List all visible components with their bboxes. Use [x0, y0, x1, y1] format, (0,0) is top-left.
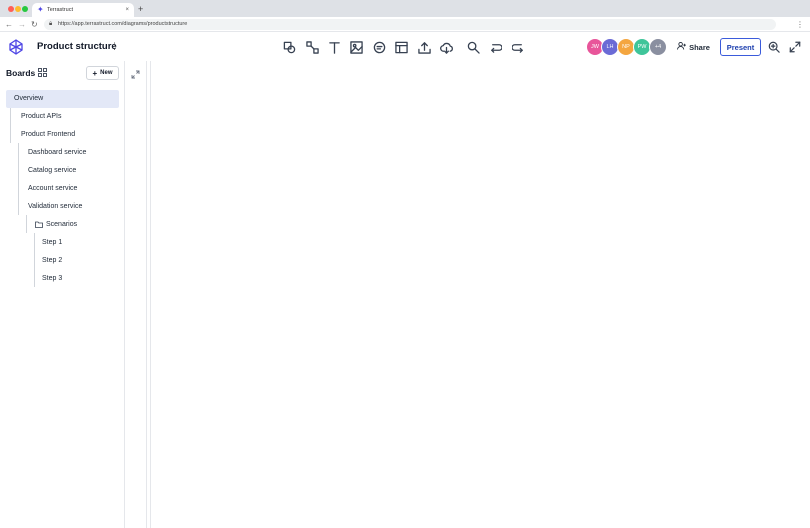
new-board-button[interactable]: + New — [86, 66, 119, 80]
lock-icon: 🔒︎ — [49, 21, 53, 27]
address-bar: ← → ↻ 🔒︎ https://app.terrastruct.com/dia… — [0, 17, 810, 32]
sidebar-item-label: Dashboard service — [28, 149, 87, 156]
forward-button[interactable]: → — [18, 19, 26, 30]
sidebar-item-label: Overview — [14, 95, 44, 102]
sidebar-item-dashboard-service[interactable]: Dashboard service — [6, 144, 119, 162]
sidebar-item-label: Step 2 — [42, 257, 63, 264]
avatar[interactable]: +4 — [649, 38, 667, 56]
sidebar-item-label: Account service — [28, 185, 78, 192]
connection-icon[interactable] — [304, 39, 320, 55]
layout-icon[interactable] — [393, 39, 409, 55]
sidebar-item-scenarios[interactable]: Scenarios — [6, 216, 119, 234]
folder-icon — [35, 221, 43, 228]
sidebar-item-validation-service[interactable]: Validation service — [6, 198, 119, 216]
zoom-in-icon[interactable] — [766, 39, 782, 55]
close-window-button[interactable] — [8, 6, 14, 12]
boards-title: Boards — [6, 68, 36, 78]
reload-button[interactable]: ↻ — [31, 19, 38, 30]
comment-icon[interactable] — [371, 39, 387, 55]
sidebar-item-step-2[interactable]: Step 2 — [6, 252, 119, 270]
boards-sidebar: Boards + New Overview Product APIs Produ… — [0, 61, 125, 528]
avatar-initials: NP — [622, 44, 630, 50]
sidebar-item-catalog-service[interactable]: Catalog service — [6, 162, 119, 180]
plus-icon: + — [92, 68, 98, 78]
avatar-initials: LH — [606, 44, 614, 50]
search-icon[interactable] — [465, 39, 481, 55]
maximize-window-button[interactable] — [22, 6, 28, 12]
avatar-initials: +4 — [654, 44, 662, 50]
minimize-window-button[interactable] — [15, 6, 21, 12]
sidebar-collapse-column — [125, 61, 147, 528]
sidebar-item-product-apis[interactable]: Product APIs — [6, 108, 119, 126]
collapse-sidebar-icon[interactable] — [131, 70, 140, 79]
sidebar-item-account-service[interactable]: Account service — [6, 180, 119, 198]
upload-icon[interactable] — [416, 39, 432, 55]
avatar-initials: PW — [637, 44, 647, 50]
present-label: Present — [726, 42, 755, 52]
add-user-icon — [677, 42, 687, 53]
browser-tab-bar: ✦ Terrastruct × + — [0, 0, 810, 17]
sidebar-item-label: Product APIs — [21, 113, 62, 120]
diagram-canvas[interactable] — [150, 61, 810, 528]
terrastruct-logo-icon[interactable] — [7, 38, 25, 56]
tab-title: Terrastruct — [47, 7, 73, 13]
browser-tab[interactable]: ✦ Terrastruct × — [32, 3, 134, 17]
undo-icon[interactable] — [487, 39, 503, 55]
app-header: Product structure ⋮ JW LH NP PW +4 Share… — [0, 33, 810, 61]
sidebar-item-overview[interactable]: Overview — [6, 90, 119, 108]
share-label: Share — [689, 43, 710, 52]
redo-icon[interactable] — [510, 39, 526, 55]
url-field[interactable]: 🔒︎ https://app.terrastruct.com/diagrams/… — [44, 19, 776, 30]
present-button[interactable]: Present — [720, 38, 761, 56]
new-tab-button[interactable]: + — [138, 3, 143, 15]
browser-menu-icon[interactable]: ⋮ — [796, 19, 804, 30]
page-title[interactable]: Product structure — [37, 41, 117, 53]
image-icon[interactable] — [348, 39, 364, 55]
sidebar-item-label: Scenarios — [46, 221, 78, 228]
sidebar-item-step-3[interactable]: Step 3 — [6, 270, 119, 288]
grid-view-icon[interactable] — [38, 68, 47, 77]
new-board-label: New — [100, 70, 113, 76]
text-icon[interactable] — [326, 39, 342, 55]
cloud-download-icon[interactable] — [438, 39, 454, 55]
sidebar-item-product-frontend[interactable]: Product Frontend — [6, 126, 119, 144]
back-button[interactable]: ← — [5, 19, 13, 30]
shapes-icon[interactable] — [281, 39, 297, 55]
sidebar-item-label: Step 3 — [42, 275, 63, 282]
sidebar-item-label: Step 1 — [42, 239, 63, 246]
document-menu-icon[interactable]: ⋮ — [110, 40, 119, 52]
avatar-initials: JW — [591, 44, 599, 50]
sidebar-item-label: Product Frontend — [21, 131, 76, 138]
fullscreen-icon[interactable] — [787, 39, 803, 55]
sidebar-item-label: Validation service — [28, 203, 83, 210]
share-button[interactable]: Share — [677, 42, 710, 53]
tab-close-icon[interactable]: × — [125, 6, 129, 14]
sidebar-item-step-1[interactable]: Step 1 — [6, 234, 119, 252]
terrastruct-favicon-icon: ✦ — [37, 5, 44, 14]
sidebar-item-label: Catalog service — [28, 167, 77, 174]
url-text: https://app.terrastruct.com/diagrams/pro… — [58, 21, 188, 27]
